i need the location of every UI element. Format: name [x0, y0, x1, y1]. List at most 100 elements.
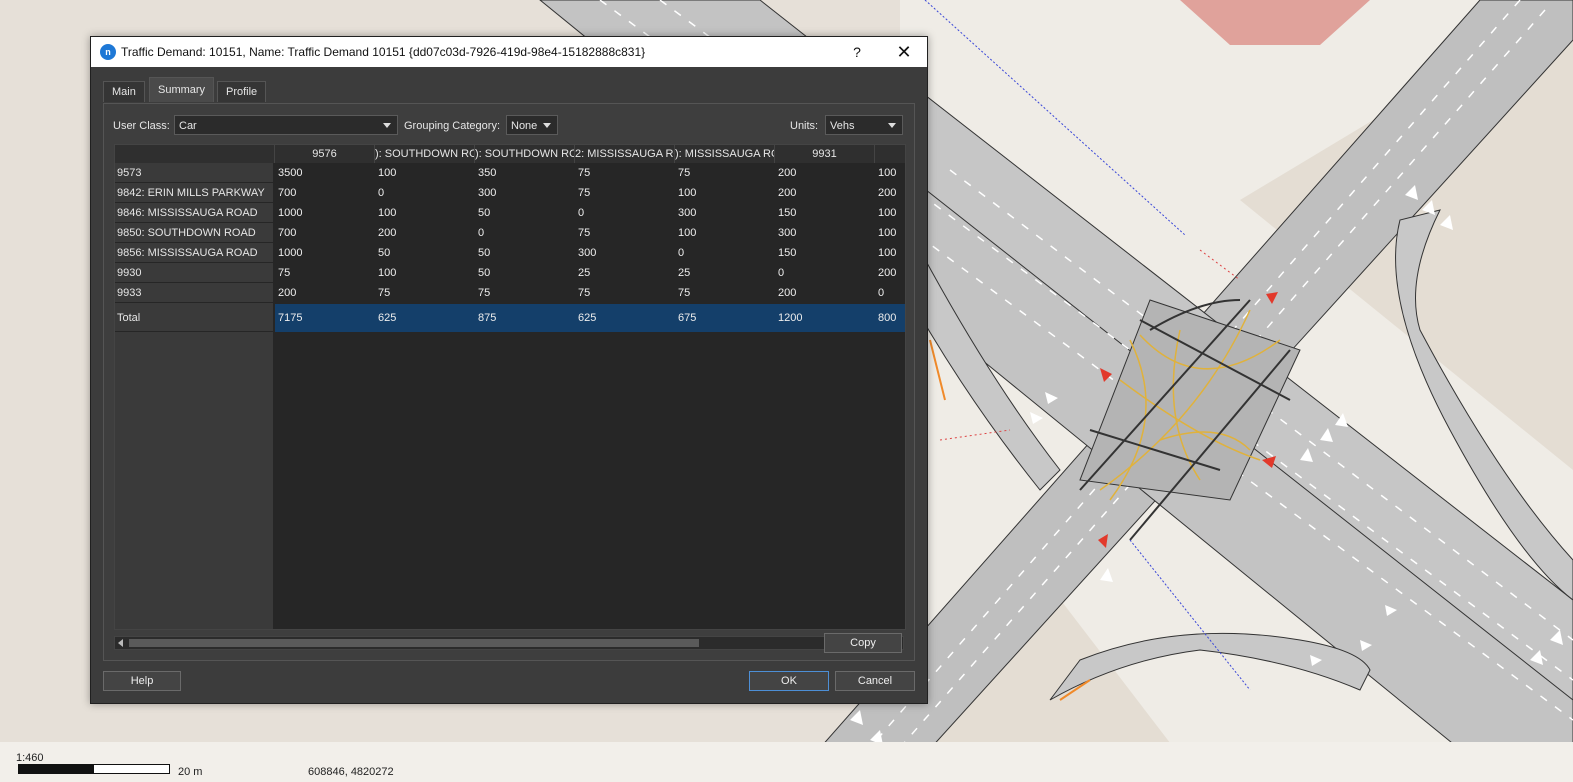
table-cell[interactable]: 50	[475, 243, 575, 263]
table-cell[interactable]: 75	[575, 183, 675, 203]
help-button[interactable]: Help	[103, 671, 181, 691]
table-cell[interactable]: 150	[775, 203, 875, 223]
ok-button[interactable]: OK	[749, 671, 829, 691]
units-value: Vehs	[830, 120, 855, 132]
table-cell[interactable]: 100	[875, 243, 905, 263]
grouping-category-select[interactable]: None	[506, 115, 558, 135]
tab-summary[interactable]: Summary	[149, 77, 215, 102]
table-cell[interactable]: 300	[675, 203, 775, 223]
chevron-down-icon	[888, 123, 896, 128]
user-class-label: User Class:	[113, 120, 170, 132]
table-cell[interactable]: 1000	[275, 243, 375, 263]
table-cell[interactable]: 200	[275, 283, 375, 303]
column-header: 9931	[775, 145, 875, 163]
copy-button[interactable]: Copy	[824, 633, 902, 653]
dialog-title: Traffic Demand: 10151, Name: Traffic Dem…	[121, 45, 646, 59]
table-cell[interactable]: 100	[375, 263, 475, 283]
table-cell[interactable]: 0	[575, 203, 675, 223]
map-scale-unit: 20 m	[178, 766, 203, 778]
map-scale-label: 1:460	[16, 752, 44, 764]
table-cell[interactable]: 200	[775, 163, 875, 183]
table-cell[interactable]: 200	[875, 183, 905, 203]
table-cell[interactable]: 0	[675, 243, 775, 263]
table-cell[interactable]: 100	[375, 163, 475, 183]
column-header: 2: MISSISSAUGA RO	[575, 145, 675, 163]
row-header: 9573	[115, 163, 273, 183]
tab-main[interactable]: Main	[103, 81, 145, 102]
scroll-left-icon[interactable]	[118, 639, 123, 647]
close-icon[interactable]: ✕	[889, 40, 919, 64]
table-cell[interactable]: 50	[475, 263, 575, 283]
summary-table[interactable]: 9576): SOUTHDOWN RO): SOUTHDOWN RO 2: MIS…	[114, 144, 906, 630]
table-cell[interactable]: 75	[475, 283, 575, 303]
table-corner	[115, 145, 275, 163]
user-class-select[interactable]: Car	[174, 115, 398, 135]
table-cell[interactable]: 0	[875, 283, 905, 303]
horizontal-scrollbar[interactable]	[114, 636, 904, 650]
map-status-bar	[0, 742, 1573, 782]
column-header: ): MISSISSAUGA RO	[675, 145, 775, 163]
table-cell[interactable]: 50	[375, 243, 475, 263]
help-question-icon[interactable]: ?	[843, 41, 871, 63]
tab-profile[interactable]: Profile	[217, 81, 267, 102]
table-cell[interactable]: 100	[675, 183, 775, 203]
column-header: 9576	[275, 145, 375, 163]
table-cell[interactable]: 75	[375, 283, 475, 303]
units-label: Units:	[790, 120, 819, 132]
table-cell[interactable]: 3500	[275, 163, 375, 183]
table-cell[interactable]: 50	[475, 203, 575, 223]
table-cell[interactable]: 100	[875, 223, 905, 243]
traffic-demand-dialog: n Traffic Demand: 10151, Name: Traffic D…	[90, 36, 928, 704]
table-cell[interactable]: 25	[675, 263, 775, 283]
table-cell[interactable]: 200	[775, 183, 875, 203]
total-cell[interactable]: 875	[475, 304, 575, 332]
scrollbar-thumb[interactable]	[129, 639, 699, 647]
total-cell[interactable]: 675	[675, 304, 775, 332]
table-cell[interactable]: 700	[275, 223, 375, 243]
table-cell[interactable]: 150	[775, 243, 875, 263]
total-row-header: Total	[115, 304, 273, 332]
row-header: 9856: MISSISSAUGA ROAD	[115, 243, 273, 263]
total-cell[interactable]: 7175	[275, 304, 375, 332]
table-cell[interactable]: 300	[575, 243, 675, 263]
table-cell[interactable]: 100	[675, 223, 775, 243]
table-cell[interactable]: 100	[875, 203, 905, 223]
column-header	[875, 145, 905, 163]
map-scale-bar	[18, 764, 170, 774]
total-cell[interactable]: 1200	[775, 304, 875, 332]
table-cell[interactable]: 0	[375, 183, 475, 203]
table-cell[interactable]: 75	[675, 283, 775, 303]
total-cell[interactable]: 625	[575, 304, 675, 332]
table-cell[interactable]: 100	[375, 203, 475, 223]
units-select[interactable]: Vehs	[825, 115, 903, 135]
total-cell[interactable]: 625	[375, 304, 475, 332]
table-cell[interactable]: 200	[775, 283, 875, 303]
table-cell[interactable]: 700	[275, 183, 375, 203]
app-logo-icon: n	[100, 44, 116, 60]
row-header: 9842: ERIN MILLS PARKWAY	[115, 183, 273, 203]
table-cell[interactable]: 200	[375, 223, 475, 243]
column-header: ): SOUTHDOWN RO	[475, 145, 575, 163]
table-cell[interactable]: 300	[775, 223, 875, 243]
grouping-category-label: Grouping Category:	[404, 120, 500, 132]
row-header: 9933	[115, 283, 273, 303]
table-cell[interactable]: 75	[575, 283, 675, 303]
table-cell[interactable]: 25	[575, 263, 675, 283]
row-header: 9846: MISSISSAUGA ROAD	[115, 203, 273, 223]
total-cell[interactable]: 800	[875, 304, 905, 332]
table-cell[interactable]: 75	[575, 223, 675, 243]
cancel-button[interactable]: Cancel	[835, 671, 915, 691]
table-cell[interactable]: 350	[475, 163, 575, 183]
column-header: ): SOUTHDOWN RO	[375, 145, 475, 163]
table-cell[interactable]: 100	[875, 163, 905, 183]
table-cell[interactable]: 200	[875, 263, 905, 283]
table-cell[interactable]: 0	[475, 223, 575, 243]
table-cell[interactable]: 1000	[275, 203, 375, 223]
dialog-titlebar[interactable]: n Traffic Demand: 10151, Name: Traffic D…	[91, 37, 927, 67]
table-cell[interactable]: 75	[675, 163, 775, 183]
table-cell[interactable]: 75	[275, 263, 375, 283]
table-cell[interactable]: 75	[575, 163, 675, 183]
table-cell[interactable]: 300	[475, 183, 575, 203]
table-cell[interactable]: 0	[775, 263, 875, 283]
chevron-down-icon	[383, 123, 391, 128]
